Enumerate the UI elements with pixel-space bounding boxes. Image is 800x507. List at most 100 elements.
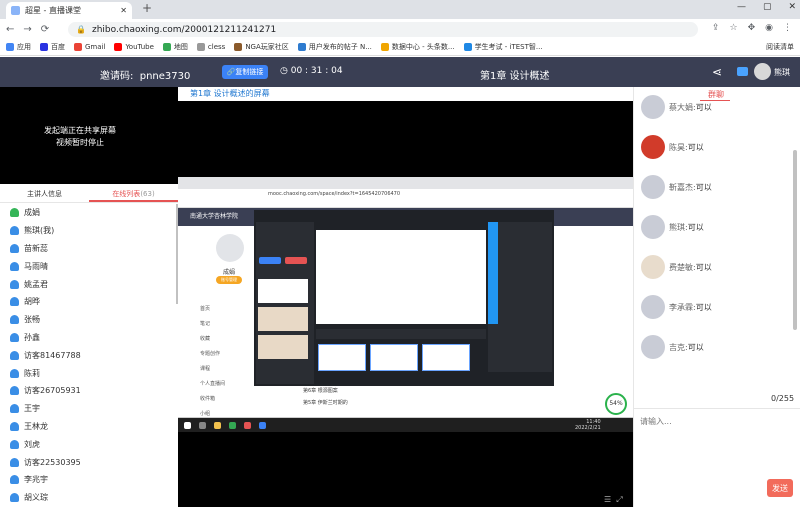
chat-scrollbar[interactable]: [793, 150, 797, 330]
inner-account-badge: 账号管理: [216, 276, 242, 284]
list-item[interactable]: 访客22530395: [0, 453, 176, 471]
bookmark-item[interactable]: 数据中心 - 头条数...: [380, 42, 455, 52]
slide-thumb: [258, 307, 308, 331]
bookmark-label: 数据中心 - 头条数...: [391, 43, 455, 51]
inner-nav-item: 个人直播间: [200, 381, 226, 387]
list-item[interactable]: 李兆宇: [0, 471, 176, 489]
bookmark-icon: [196, 43, 205, 51]
list-item[interactable]: 孙鑫: [0, 329, 176, 347]
chat-message: 李承霖: 可以: [641, 295, 712, 319]
copy-link-button[interactable]: 🔗 复制链接: [222, 65, 268, 79]
app-icon: [244, 421, 251, 429]
maximize-icon[interactable]: ▢: [763, 2, 772, 12]
person-icon: [10, 297, 19, 307]
reading-list-button[interactable]: 阅读清单: [766, 42, 794, 52]
inner-row: 第5章 伊斯兰时期的: [303, 400, 348, 406]
chat-input[interactable]: [640, 417, 790, 426]
avatar[interactable]: [641, 135, 665, 159]
fullscreen-icon[interactable]: ⤢: [616, 495, 622, 504]
list-item[interactable]: 陈莉: [0, 364, 176, 382]
list-item[interactable]: 马雨晴: [0, 257, 176, 275]
bookmark-item[interactable]: YouTube: [114, 43, 154, 51]
star-icon[interactable]: ☆: [730, 23, 738, 33]
chat-text: 可以: [695, 182, 712, 192]
close-window-icon[interactable]: ✕: [788, 2, 796, 12]
puzzle-icon[interactable]: ✥: [748, 23, 756, 33]
bookmark-item[interactable]: 用户发布的帖子 N...: [297, 42, 372, 52]
new-tab-button[interactable]: +: [142, 1, 152, 15]
avatar[interactable]: [641, 295, 665, 319]
user-name[interactable]: 熊琪: [774, 67, 790, 78]
list-item[interactable]: 王宇: [0, 400, 176, 418]
avatar[interactable]: [641, 95, 665, 119]
bookmark-label: YouTube: [125, 43, 154, 51]
minimize-icon[interactable]: —: [737, 2, 746, 12]
app-icon: [259, 421, 266, 429]
list-item[interactable]: 刘虎: [0, 435, 176, 453]
person-icon: [10, 421, 19, 431]
thumb: [370, 344, 418, 371]
list-item[interactable]: 张畅: [0, 311, 176, 329]
avatar[interactable]: [641, 175, 665, 199]
url-field[interactable]: 🔒 zhibo.chaoxing.com/2000121211241271: [68, 22, 698, 37]
chat-message: 吉克: 可以: [641, 335, 704, 359]
recorder-slides-panel: [256, 222, 314, 384]
person-icon: [10, 475, 19, 485]
menu-icon[interactable]: ⋮: [783, 23, 792, 33]
bookmark-label: 地图: [173, 43, 188, 51]
reload-icon[interactable]: ⟳: [41, 24, 49, 35]
bookmark-item[interactable]: 地图: [162, 42, 188, 52]
list-item[interactable]: 苗新蕊: [0, 240, 176, 258]
avatar[interactable]: [754, 63, 771, 80]
share-icon[interactable]: ⇪: [712, 23, 720, 33]
list-item[interactable]: 胡义琮: [0, 489, 176, 507]
forward-icon[interactable]: →: [23, 24, 31, 35]
extension-icons: ⇪ ☆ ✥ ◉ ⋮: [712, 23, 792, 33]
share-icon[interactable]: ⋖: [712, 65, 722, 79]
browser-tab[interactable]: 超星 - 直播课堂 ✕: [6, 2, 132, 19]
close-tab-icon[interactable]: ✕: [120, 6, 127, 15]
inner-tab-strip: [178, 177, 633, 189]
bookmark-item[interactable]: 应用: [6, 42, 31, 52]
send-button[interactable]: 发送: [767, 479, 793, 497]
avatar[interactable]: [641, 335, 665, 359]
person-icon: [10, 368, 19, 378]
list-item[interactable]: 胡晔: [0, 293, 176, 311]
bookmark-item[interactable]: 百度: [40, 42, 65, 52]
folder-icon: [214, 421, 221, 429]
bookmark-item[interactable]: NGA玩家社区: [234, 42, 289, 52]
bookmark-icon: [463, 43, 472, 51]
shared-screen: mooc.chaoxing.com/space/index?t=16454207…: [178, 177, 633, 432]
member-name: 陈莉: [24, 368, 40, 378]
chapter-title: 第1章 设计概述: [480, 71, 550, 82]
avatar[interactable]: [641, 255, 665, 279]
teacher-video: 发起端正在共享屏幕 视频暂时停止: [0, 87, 178, 184]
recorder-thumbnails: [316, 344, 486, 374]
inner-row: 第6章 根源图案: [303, 388, 338, 394]
back-icon[interactable]: ←: [6, 24, 14, 35]
avatar[interactable]: [641, 215, 665, 239]
bookmark-item[interactable]: 学生考试 - iTEST智...: [463, 42, 543, 52]
person-icon: [10, 208, 19, 218]
list-item[interactable]: 访客81467788: [0, 346, 176, 364]
bookmark-item[interactable]: cless: [196, 43, 225, 51]
chat-message: 费楚敏: 可以: [641, 255, 712, 279]
tab-host-info[interactable]: 主讲人信息: [0, 185, 89, 202]
chat-icon[interactable]: [737, 67, 748, 76]
profile-icon[interactable]: ◉: [765, 23, 773, 33]
list-item[interactable]: 王林龙: [0, 418, 176, 436]
tab-online-list[interactable]: 在线列表(63): [89, 185, 178, 202]
chat-author: 李承霖: [669, 302, 693, 312]
list-item[interactable]: 成娟: [0, 204, 176, 222]
chat-text: 可以: [695, 102, 712, 112]
bookmark-item[interactable]: Gmail: [74, 43, 105, 51]
chat-text: 可以: [687, 222, 704, 232]
list-item[interactable]: 姚孟君: [0, 275, 176, 293]
settings-icon[interactable]: ☰: [604, 495, 611, 504]
list-item[interactable]: 访客26705931: [0, 382, 176, 400]
screen-share-message: 发起端正在共享屏幕: [44, 126, 116, 135]
slide-thumb: [258, 335, 308, 359]
recorder-right-tools: [488, 222, 498, 324]
recorder-toolbar: [316, 329, 486, 339]
list-item[interactable]: 熊琪(我): [0, 222, 176, 240]
